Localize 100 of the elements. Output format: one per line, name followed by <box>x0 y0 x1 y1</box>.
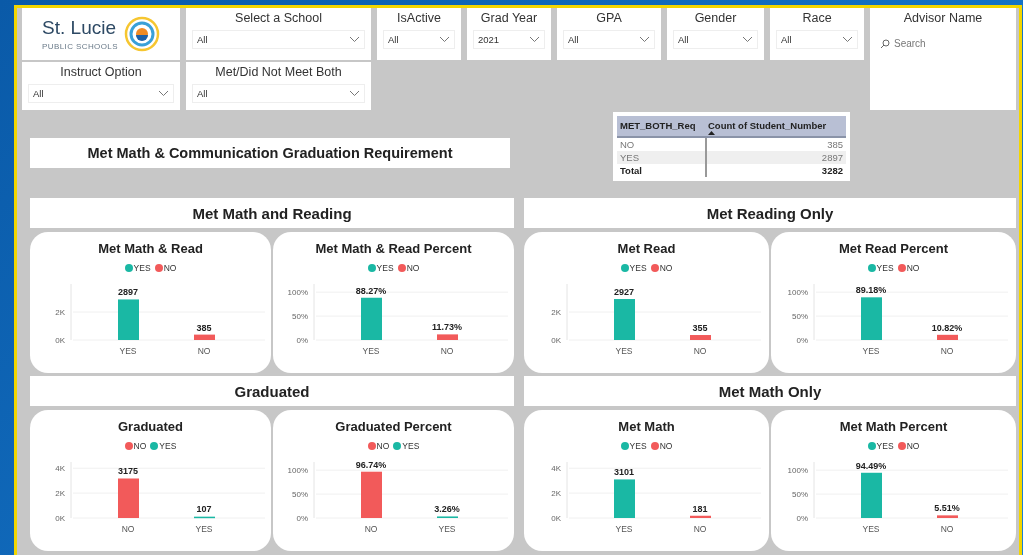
table-cell: 2897 <box>821 152 843 163</box>
y-tick-label: 0% <box>295 336 308 345</box>
legend-label: YES <box>133 263 151 273</box>
legend-label: NO <box>659 441 673 451</box>
chevron-down-icon <box>842 36 853 43</box>
legend-label: YES <box>876 263 894 273</box>
legend-label: YES <box>629 441 647 451</box>
legend-label: YES <box>876 441 894 451</box>
category-label: YES <box>615 524 632 534</box>
category-label: NO <box>693 346 706 356</box>
chart-title: Graduated <box>118 418 183 436</box>
chart-title: Met Math & Read Percent <box>315 240 472 258</box>
search-icon <box>880 38 890 49</box>
chart-title: Met Math <box>618 418 675 436</box>
dropdown-field[interactable]: All <box>192 30 365 49</box>
value-label: 96.74% <box>355 459 386 470</box>
logo-subtitle: PUBLIC SCHOOLS <box>42 41 118 51</box>
column-header[interactable]: Count of Student_Number <box>708 120 827 131</box>
bar <box>193 334 215 340</box>
slicer-label: Instruct Option <box>59 64 143 80</box>
y-tick-label: 100% <box>287 288 308 298</box>
bar <box>860 472 882 518</box>
table-cell: NO <box>620 139 635 150</box>
value-label: 94.49% <box>855 460 886 471</box>
chevron-down-icon <box>349 36 360 43</box>
section-header: Graduated <box>30 376 514 406</box>
slicer-label: Met/Did Not Meet Both <box>214 64 343 80</box>
dropdown-field[interactable]: All <box>192 84 365 103</box>
y-tick-label: 4K <box>550 464 561 474</box>
dropdown-field[interactable]: All <box>776 30 858 49</box>
bar <box>436 334 458 340</box>
dropdown-field[interactable]: 2021 <box>473 30 545 49</box>
report-title: Met Math & Communication Graduation Requirement <box>30 138 510 168</box>
value-label: 3101 <box>613 467 634 478</box>
logo-name: St. Lucie <box>42 17 116 38</box>
y-tick-label: 2K <box>550 489 561 499</box>
y-tick-label: 50% <box>291 490 308 500</box>
bar <box>193 516 215 519</box>
bar <box>360 471 382 518</box>
slicer-label: Advisor Name <box>902 10 984 26</box>
value-label: 3.26% <box>433 504 460 514</box>
slicer-label: Race <box>801 10 833 26</box>
category-label: NO <box>940 524 953 534</box>
total-label: Total <box>620 165 642 176</box>
bar <box>613 299 635 340</box>
category-label: NO <box>440 346 453 356</box>
search-field[interactable]: Search <box>876 36 1010 51</box>
y-tick-label: 0% <box>795 336 808 345</box>
bar <box>613 479 635 518</box>
chevron-down-icon <box>742 36 753 43</box>
y-tick-label: 50% <box>291 312 308 322</box>
category-label: YES <box>438 524 455 534</box>
logo-drawing <box>123 16 160 52</box>
y-tick-label: 2K <box>54 489 65 499</box>
legend-label: NO <box>163 263 177 273</box>
legend-label: NO <box>406 263 420 273</box>
y-tick-label: 50% <box>791 312 808 322</box>
value-label: 88.27% <box>355 285 386 296</box>
legend-label: NO <box>906 441 920 451</box>
table-cell: 385 <box>827 139 843 150</box>
dropdown-field[interactable]: All <box>28 84 174 103</box>
value-label: 10.82% <box>931 322 962 333</box>
total-value: 3282 <box>821 165 843 176</box>
legend-label: YES <box>159 441 177 451</box>
category-label: YES <box>119 346 136 356</box>
bar <box>117 299 139 340</box>
dropdown-field[interactable]: All <box>673 30 758 49</box>
y-tick-label: 2K <box>54 308 65 317</box>
legend-label: NO <box>659 263 673 273</box>
y-tick-label: 100% <box>787 288 808 298</box>
category-label: YES <box>862 524 879 534</box>
table-cell: YES <box>620 152 639 163</box>
y-tick-label: 0K <box>550 514 561 523</box>
section-header: Met Math Only <box>524 376 1016 406</box>
bar <box>689 515 711 518</box>
y-tick-label: 50% <box>791 490 808 500</box>
dropdown-field[interactable]: All <box>563 30 655 49</box>
bar <box>936 334 958 340</box>
chart-title: Met Math Percent <box>839 418 948 436</box>
value-label: 2927 <box>613 287 634 297</box>
category-label: NO <box>364 524 377 534</box>
y-tick-label: 0% <box>795 514 808 523</box>
category-label: NO <box>121 524 134 534</box>
bar <box>689 335 711 340</box>
dropdown-field[interactable]: All <box>383 30 455 49</box>
value-label: 107 <box>196 504 211 514</box>
chevron-down-icon <box>439 36 450 43</box>
y-tick-label: 2K <box>550 308 561 317</box>
legend-label: NO <box>906 263 920 273</box>
section-header: Met Reading Only <box>524 198 1016 228</box>
y-tick-label: 0K <box>54 514 65 523</box>
chevron-down-icon <box>349 90 360 97</box>
bar <box>360 297 382 340</box>
value-label: 181 <box>692 503 707 514</box>
category-label: YES <box>862 346 879 356</box>
legend-label: YES <box>376 263 394 273</box>
category-label: NO <box>693 524 706 534</box>
column-header[interactable]: MET_BOTH_Req <box>620 120 696 131</box>
slicer-label: IsActive <box>396 10 442 26</box>
y-tick-label: 100% <box>287 466 308 476</box>
